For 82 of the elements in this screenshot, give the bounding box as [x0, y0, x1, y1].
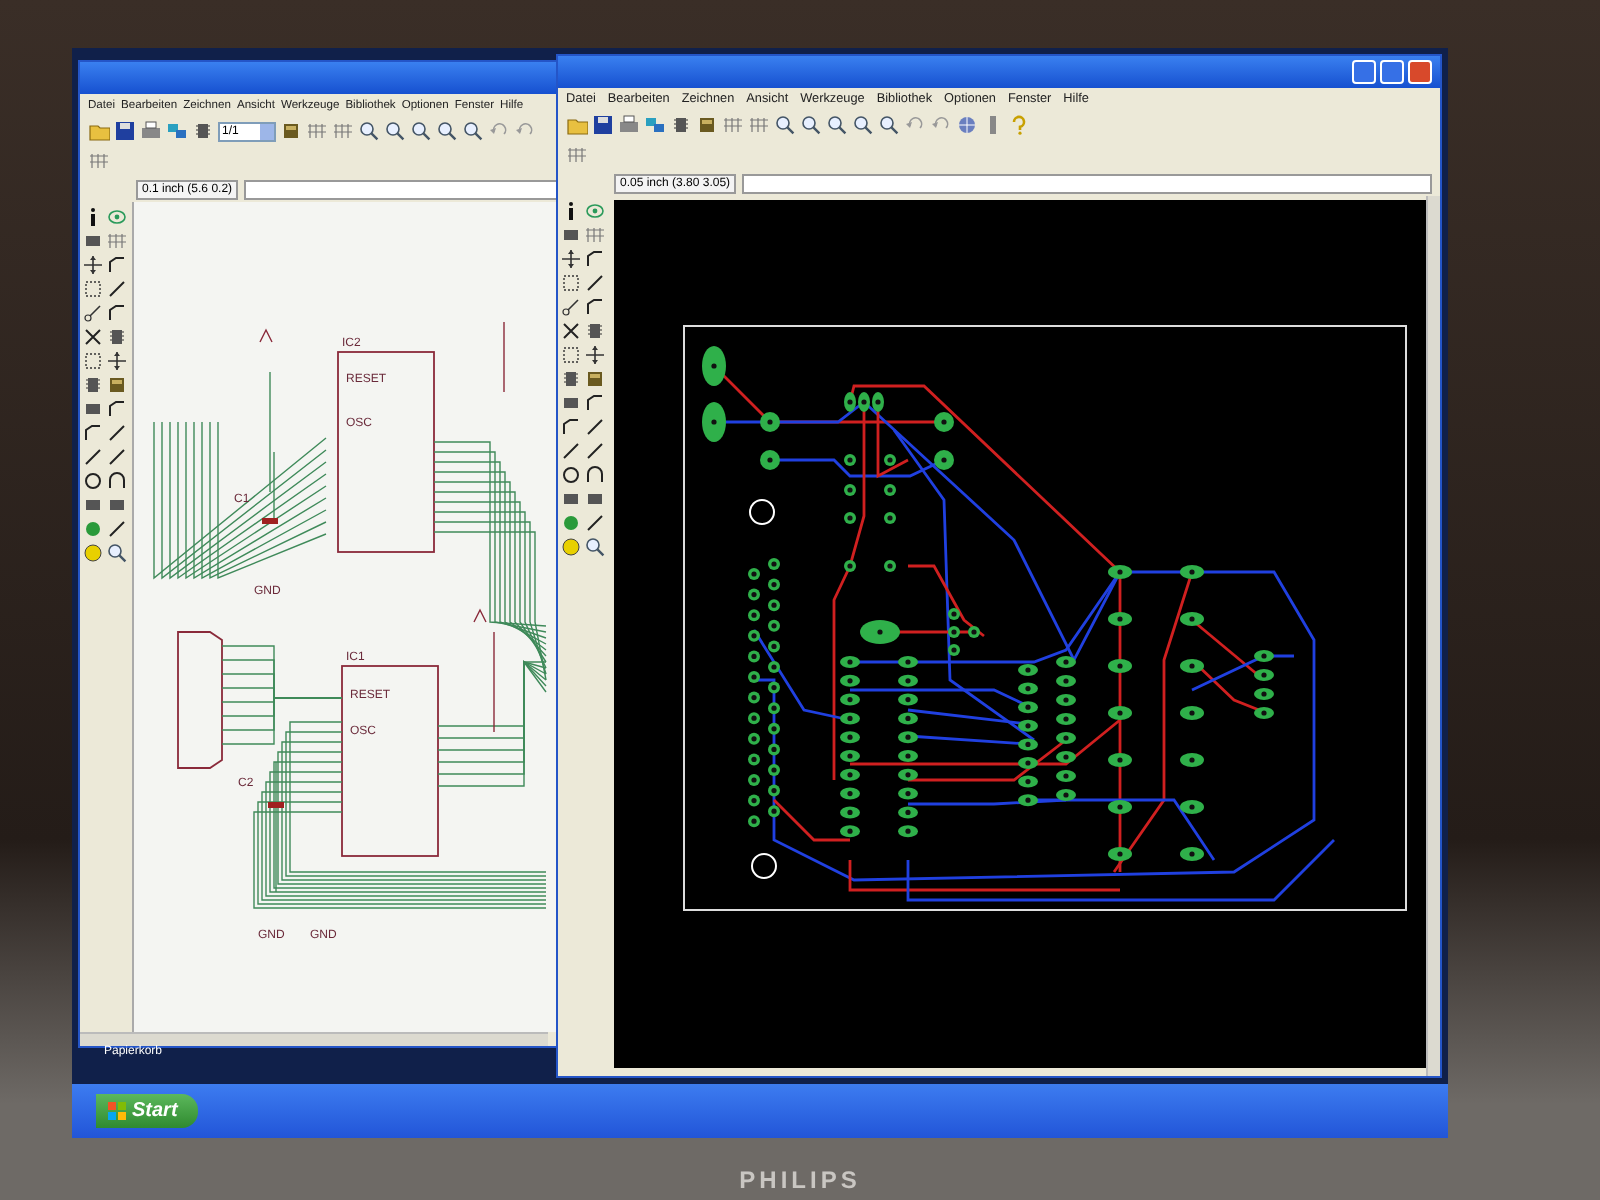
- square-icon[interactable]: [560, 224, 582, 246]
- grid-icon[interactable]: [306, 120, 328, 142]
- chip-icon[interactable]: [670, 114, 692, 136]
- zoom-icon[interactable]: [436, 120, 458, 142]
- line-icon[interactable]: [584, 440, 606, 462]
- bend-line-icon[interactable]: [106, 398, 128, 420]
- circle-icon[interactable]: [82, 470, 104, 492]
- printer-icon[interactable]: [140, 120, 162, 142]
- brand-label: PHILIPS: [739, 1166, 861, 1194]
- dotted-square-icon[interactable]: [82, 350, 104, 372]
- bend-line-icon[interactable]: [584, 296, 606, 318]
- cross-arrows-icon[interactable]: [82, 254, 104, 276]
- zoom-icon[interactable]: [852, 114, 874, 136]
- zoom-icon[interactable]: [774, 114, 796, 136]
- chip-icon[interactable]: [584, 320, 606, 342]
- cross-arrows-icon[interactable]: [106, 350, 128, 372]
- square-icon[interactable]: [560, 488, 582, 510]
- swap-icon[interactable]: [166, 120, 188, 142]
- line-icon[interactable]: [584, 416, 606, 438]
- book-icon[interactable]: [584, 368, 606, 390]
- printer-icon[interactable]: [618, 114, 640, 136]
- line-icon[interactable]: [584, 512, 606, 534]
- line-icon[interactable]: [106, 518, 128, 540]
- swap-icon[interactable]: [644, 114, 666, 136]
- line-icon[interactable]: [82, 446, 104, 468]
- arc-icon[interactable]: [106, 470, 128, 492]
- bend-line-icon[interactable]: [106, 302, 128, 324]
- zoom-icon[interactable]: [384, 120, 406, 142]
- square-icon[interactable]: [560, 392, 582, 414]
- zoom-icon[interactable]: [106, 542, 128, 564]
- book-icon[interactable]: [280, 120, 302, 142]
- globe-icon[interactable]: [956, 114, 978, 136]
- minimize-icon[interactable]: [1352, 60, 1376, 84]
- square-icon[interactable]: [584, 488, 606, 510]
- book-icon[interactable]: [696, 114, 718, 136]
- dotted-square-icon[interactable]: [82, 278, 104, 300]
- book-icon[interactable]: [106, 374, 128, 396]
- command-field[interactable]: [742, 173, 1432, 193]
- chip-icon[interactable]: [192, 120, 214, 142]
- zoom-icon[interactable]: [462, 120, 484, 142]
- line-icon[interactable]: [584, 272, 606, 294]
- x-mark-icon[interactable]: [82, 326, 104, 348]
- grid-icon[interactable]: [566, 144, 588, 166]
- cross-arrows-icon[interactable]: [584, 344, 606, 366]
- grid-icon[interactable]: [722, 114, 744, 136]
- maximize-icon[interactable]: [1380, 60, 1404, 84]
- cross-arrows-icon[interactable]: [560, 248, 582, 270]
- bend-line-icon[interactable]: [560, 416, 582, 438]
- vertical-scrollbar[interactable]: [1426, 196, 1440, 1076]
- dotted-square-icon[interactable]: [560, 344, 582, 366]
- line-icon[interactable]: [560, 440, 582, 462]
- zoom-icon[interactable]: [826, 114, 848, 136]
- close-icon[interactable]: [1408, 60, 1432, 84]
- line-icon[interactable]: [106, 278, 128, 300]
- line-icon[interactable]: [106, 422, 128, 444]
- zoom-icon[interactable]: [410, 120, 432, 142]
- command-field[interactable]: [244, 179, 562, 199]
- chip-icon[interactable]: [82, 374, 104, 396]
- zoom-icon[interactable]: [584, 536, 606, 558]
- bend-line-icon[interactable]: [106, 254, 128, 276]
- zoom-icon[interactable]: [358, 120, 380, 142]
- horizontal-scrollbar[interactable]: [80, 1032, 548, 1046]
- grid-icon[interactable]: [88, 150, 110, 172]
- dotted-square-icon[interactable]: [560, 272, 582, 294]
- square-icon[interactable]: [82, 230, 104, 252]
- zoom-icon[interactable]: [878, 114, 900, 136]
- bend-line-icon[interactable]: [82, 422, 104, 444]
- square-icon[interactable]: [82, 494, 104, 516]
- scissors-icon[interactable]: [82, 302, 104, 324]
- chip-icon[interactable]: [106, 326, 128, 348]
- zoom-icon[interactable]: [800, 114, 822, 136]
- scissors-icon[interactable]: [560, 296, 582, 318]
- square-icon[interactable]: [82, 398, 104, 420]
- line-icon[interactable]: [106, 446, 128, 468]
- chip-icon[interactable]: [560, 368, 582, 390]
- circle-icon[interactable]: [560, 464, 582, 486]
- square-icon[interactable]: [106, 494, 128, 516]
- x-mark-icon[interactable]: [560, 320, 582, 342]
- arc-icon[interactable]: [584, 464, 606, 486]
- windows-flag-icon: [108, 1102, 126, 1120]
- bend-line-icon[interactable]: [584, 392, 606, 414]
- bend-line-icon[interactable]: [584, 248, 606, 270]
